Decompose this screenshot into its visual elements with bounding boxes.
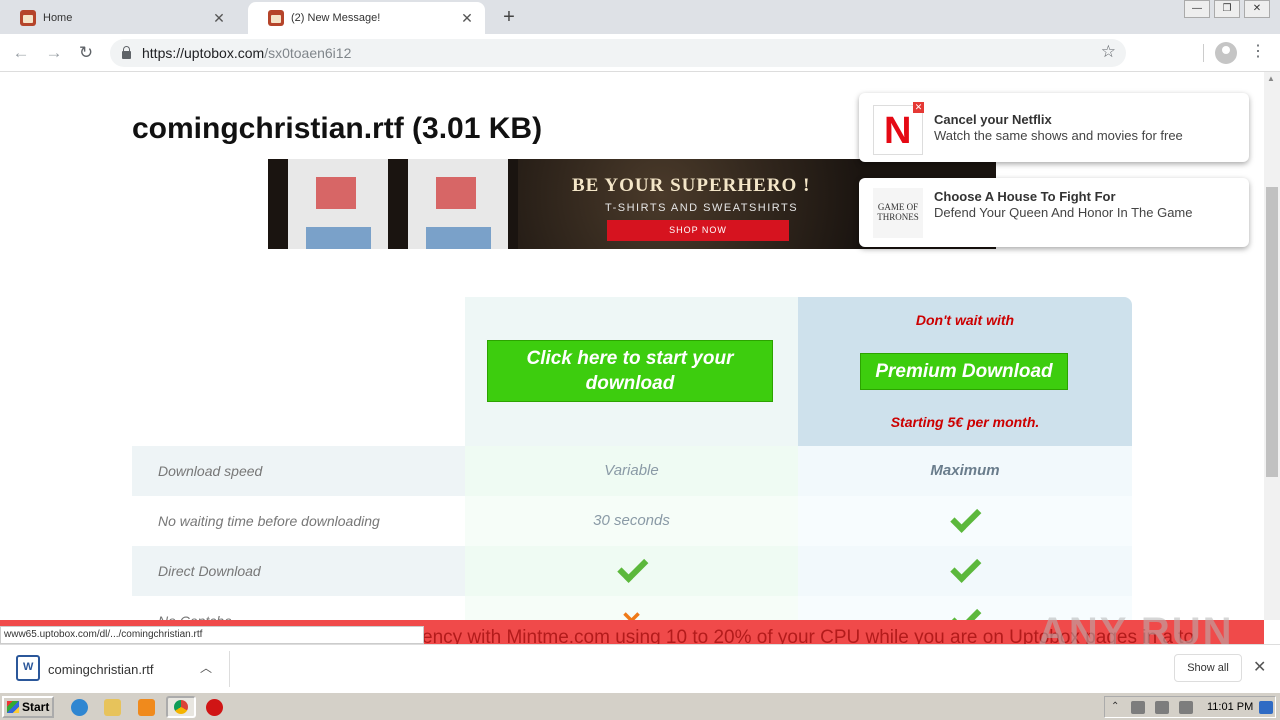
close-window-icon[interactable]: ✕ [1244,0,1270,18]
checkmark-icon [618,559,646,579]
shop-now-button[interactable]: SHOP NOW [607,220,789,241]
address-bar[interactable]: https://uptobox.com/sx0toaen6i12 ☆ [110,39,1126,67]
tshirt-image [288,159,388,249]
table-row: No waiting time before downloading 30 se… [132,496,1132,546]
chrome-taskbar-icon[interactable] [166,696,196,718]
windows-taskbar: Start ⌃ 11:01 PM [0,692,1280,720]
download-item[interactable]: comingchristian.rtf ︿ [8,651,230,687]
kebab-menu-icon[interactable]: ⋮ [1250,41,1266,61]
bookmark-star-icon[interactable]: ☆ [1101,42,1116,62]
network-icon[interactable] [1131,701,1145,714]
page-viewport: comingchristian.rtf (3.01 KB) BE YOUR SU… [0,72,1264,620]
table-row: No Captcha ✕ [132,596,1132,620]
notification-body: Defend Your Queen And Honor In The Game [934,205,1193,220]
tab-close-icon[interactable]: ✕ [211,10,227,27]
scroll-up-icon[interactable]: ▲ [1267,74,1275,83]
row-label: Download speed [132,446,465,496]
notification-netflix[interactable]: N ✕ Cancel your Netflix Watch the same s… [859,93,1249,162]
system-tray: ⌃ 11:01 PM [1104,696,1276,718]
free-value: Variable [465,446,798,496]
notification-body: Watch the same shows and movies for free [934,128,1183,143]
free-value: ✕ [465,596,798,620]
notification-title: Cancel your Netflix [934,112,1052,127]
premium-download-button[interactable]: Premium Download [860,353,1068,390]
notification-game[interactable]: GAME OF THRONES Choose A House To Fight … [859,178,1249,247]
premium-value [798,496,1132,546]
forward-arrow-icon[interactable]: → [42,41,66,65]
status-url: www65.uptobox.com/dl/.../comingchristian… [0,626,424,644]
table-row: Direct Download [132,546,1132,596]
close-icon[interactable]: ✕ [1253,657,1266,677]
scrollbar-thumb[interactable] [1266,187,1278,477]
profile-avatar-icon[interactable] [1215,42,1237,64]
back-arrow-icon[interactable]: ← [9,41,33,65]
tab-close-icon[interactable]: ✕ [459,10,475,27]
premium-value: Maximum [798,446,1132,496]
plus-icon[interactable]: + [498,6,520,29]
start-download-button[interactable]: Click here to start your download [487,340,773,402]
tab-title: Home [43,12,73,24]
site-favicon-icon [268,10,284,26]
flag-icon[interactable] [1179,701,1193,714]
free-value [465,546,798,596]
checkmark-icon [951,609,979,620]
banner-headline: BE YOUR SUPERHERO ! [572,175,811,196]
cross-icon: ✕ [621,596,643,620]
notification-close-icon[interactable]: ✕ [913,102,924,113]
internet-explorer-icon[interactable] [71,699,88,716]
premium-price-text: Starting 5€ per month. [890,414,1040,430]
tray-expand-icon[interactable]: ⌃ [1111,701,1125,714]
media-player-icon[interactable] [138,699,155,716]
lock-icon [122,46,131,59]
url-path: /sx0toaen6i12 [264,45,352,61]
tshirt-image [408,159,508,249]
clock: 11:01 PM [1207,701,1254,713]
browser-toolbar: ← → ↻ https://uptobox.com/sx0toaen6i12 ☆… [0,34,1280,72]
minimize-icon[interactable]: — [1184,0,1210,18]
free-value: 30 seconds [465,496,798,546]
row-label: No Captcha [132,596,465,620]
free-download-header: Click here to start your download [465,297,798,446]
reload-icon[interactable]: ↻ [74,41,98,65]
show-all-button[interactable]: Show all [1174,654,1242,682]
tab-title: (2) New Message! [291,12,381,24]
tab-home[interactable]: Home ✕ [0,2,237,34]
download-shelf: comingchristian.rtf ︿ Show all ✕ [0,644,1280,692]
game-of-thrones-logo-icon: GAME OF THRONES [873,188,923,238]
dont-wait-text: Don't wait with [915,312,1015,328]
notification-title: Choose A House To Fight For [934,189,1116,204]
page-scrollbar[interactable]: ▲ [1264,72,1280,620]
row-label: Direct Download [132,546,465,596]
window-controls: — ❐ ✕ [1180,0,1270,18]
url-host: https://uptobox.com [142,45,265,61]
row-label: No waiting time before downloading [158,513,380,529]
toolbar-divider [1203,44,1204,62]
show-desktop-icon[interactable] [1259,701,1273,714]
checkmark-icon [951,559,979,579]
file-title: comingchristian.rtf (3.01 KB) [132,112,543,145]
word-document-icon [16,655,40,681]
download-comparison-table: Click here to start your download Don't … [132,297,1132,620]
table-row: Download speed Variable Maximum [132,446,1132,496]
premium-download-header: Don't wait with Premium Download Startin… [798,297,1132,446]
banner-subtitle: T-SHIRTS AND SWEATSHIRTS [605,202,799,214]
tab-strip: Home ✕ (2) New Message! ✕ + — ❐ ✕ [0,0,1280,34]
tab-new-message[interactable]: (2) New Message! ✕ [248,2,485,34]
folder-icon[interactable] [104,699,121,716]
chevron-up-icon[interactable]: ︿ [200,659,212,676]
volume-icon[interactable] [1155,701,1169,714]
stop-icon[interactable] [206,699,223,716]
download-filename: comingchristian.rtf [48,662,154,677]
site-favicon-icon [20,10,36,26]
premium-value [798,546,1132,596]
checkmark-icon [951,509,979,529]
start-button[interactable]: Start [2,696,54,718]
restore-icon[interactable]: ❐ [1214,0,1240,18]
